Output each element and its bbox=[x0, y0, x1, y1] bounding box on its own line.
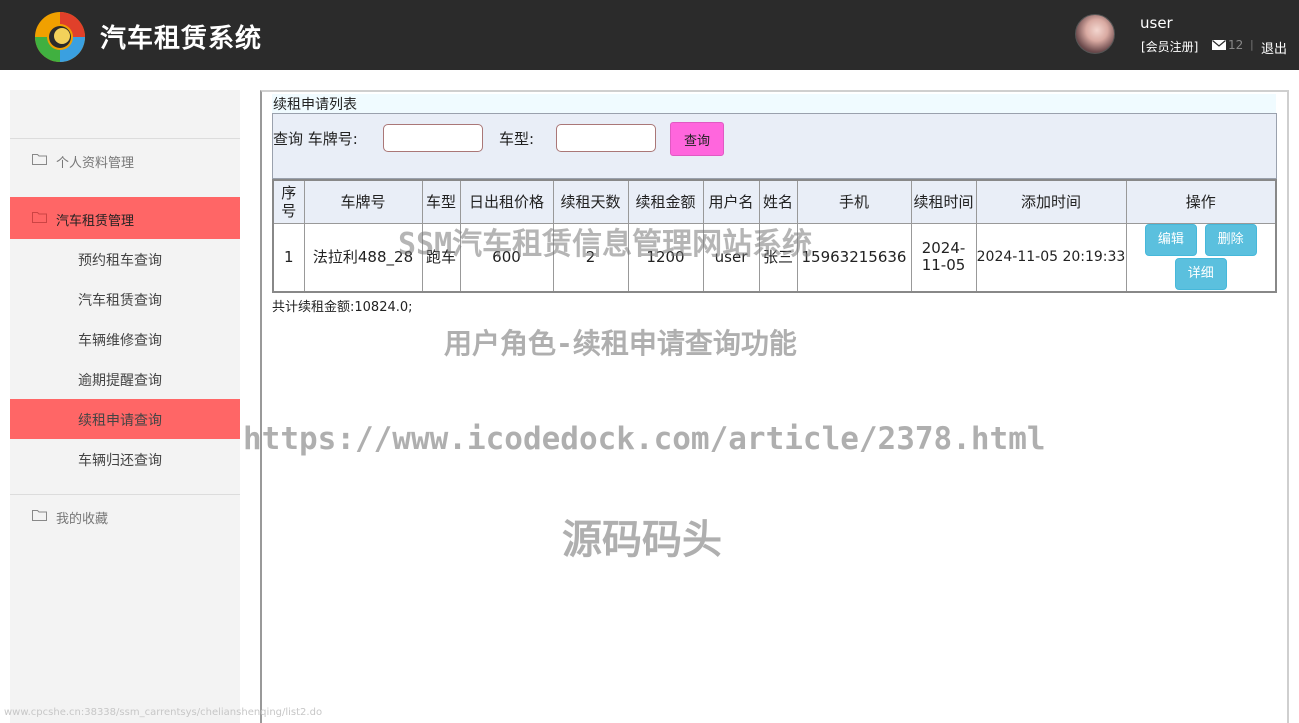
watermark-brand: 源码码头 bbox=[562, 517, 722, 563]
folder-icon bbox=[32, 510, 47, 521]
col-header-actions: 操作 bbox=[1125, 179, 1277, 224]
col-header-phone: 手机 bbox=[796, 179, 912, 224]
sidebar-group-car-rental[interactable]: 汽车租赁管理 bbox=[10, 197, 240, 239]
col-header-index: 序号 bbox=[272, 179, 305, 224]
top-header: 汽车租赁系统 user [会员注册] 12 | 退出 bbox=[0, 0, 1299, 70]
table-header-row: 序号 车牌号 车型 日出租价格 续租天数 续租金额 用户名 姓名 手机 续租时间… bbox=[272, 179, 1277, 224]
col-header-amount: 续租金额 bbox=[627, 179, 704, 224]
col-header-days: 续租天数 bbox=[552, 179, 629, 224]
type-search-label: 车型: bbox=[499, 130, 535, 148]
sidebar-item-overdue[interactable]: 逾期提醒查询 bbox=[10, 359, 240, 399]
folder-icon bbox=[32, 212, 47, 223]
header-separator: | bbox=[1250, 38, 1254, 51]
watermark-url: https://www.icodedock.com/article/2378.h… bbox=[243, 421, 1046, 457]
sidebar-group-label: 汽车租赁管理 bbox=[56, 214, 135, 229]
sidebar-item-rental[interactable]: 汽车租赁查询 bbox=[10, 279, 240, 319]
detail-button[interactable]: 详细 bbox=[1174, 258, 1227, 291]
sidebar-group-favorites[interactable]: 我的收藏 bbox=[10, 495, 240, 537]
total-amount: 共计续租金额:10824.0; bbox=[272, 300, 413, 315]
col-header-plate: 车牌号 bbox=[303, 179, 423, 224]
col-header-renew-time: 续租时间 bbox=[910, 179, 977, 224]
sidebar-item-label: 车辆归还查询 bbox=[78, 453, 162, 469]
logout-link[interactable]: 退出 bbox=[1261, 38, 1287, 57]
col-header-type: 车型 bbox=[421, 179, 461, 224]
sidebar-item-return[interactable]: 车辆归还查询 bbox=[10, 439, 240, 479]
search-button[interactable]: 查询 bbox=[670, 122, 724, 156]
sidebar-item-label: 车辆维修查询 bbox=[78, 333, 162, 349]
sidebar-group-label: 我的收藏 bbox=[56, 512, 109, 527]
col-header-username: 用户名 bbox=[702, 179, 760, 224]
plate-search-input[interactable] bbox=[383, 124, 483, 152]
col-header-add-time: 添加时间 bbox=[975, 179, 1127, 224]
sidebar-item-label: 预约租车查询 bbox=[78, 253, 162, 269]
folder-icon bbox=[32, 154, 47, 165]
page-title: 续租申请列表 bbox=[272, 94, 1276, 114]
status-url: www.cpcshe.cn:38338/ssm_carrentsys/cheli… bbox=[4, 707, 323, 718]
sidebar-item-reservation[interactable]: 预约租车查询 bbox=[10, 239, 240, 279]
sidebar-item-label: 逾期提醒查询 bbox=[78, 373, 162, 389]
user-avatar[interactable] bbox=[1075, 14, 1115, 54]
col-header-daily-price: 日出租价格 bbox=[459, 179, 554, 224]
sidebar: 个人资料管理 汽车租赁管理 预约租车查询 汽车租赁查询 车辆维修查询 逾期提醒查… bbox=[10, 90, 240, 723]
plate-search-label: 查询 车牌号: bbox=[273, 130, 358, 148]
register-link[interactable]: [会员注册] bbox=[1141, 38, 1198, 55]
delete-button[interactable]: 删除 bbox=[1204, 224, 1257, 257]
watermark-title: SSM汽车租赁信息管理网站系统 bbox=[398, 227, 813, 262]
watermark-subtitle: 用户角色-续租申请查询功能 bbox=[444, 327, 797, 360]
cell-index: 1 bbox=[272, 222, 305, 293]
mail-count-badge: 12 bbox=[1228, 38, 1244, 52]
cell-renew-time: 2024-11-05 bbox=[910, 222, 977, 293]
mail-icon[interactable] bbox=[1212, 40, 1226, 50]
sidebar-item-label: 续租申请查询 bbox=[78, 413, 162, 429]
type-search-input[interactable] bbox=[556, 124, 656, 152]
col-header-name: 姓名 bbox=[758, 179, 798, 224]
cell-add-time: 2024-11-05 20:19:33 bbox=[975, 222, 1127, 293]
edit-button[interactable]: 编辑 bbox=[1144, 224, 1197, 257]
cell-phone: 15963215636 bbox=[796, 222, 912, 293]
sidebar-group-profile[interactable]: 个人资料管理 bbox=[10, 139, 240, 181]
sidebar-item-repair[interactable]: 车辆维修查询 bbox=[10, 319, 240, 359]
sidebar-group-label: 个人资料管理 bbox=[56, 156, 135, 171]
sidebar-item-label: 汽车租赁查询 bbox=[78, 293, 162, 309]
username-label: user bbox=[1140, 14, 1173, 32]
cell-actions: 编辑 删除 详细 bbox=[1125, 222, 1277, 293]
sidebar-item-renewal[interactable]: 续租申请查询 bbox=[10, 399, 240, 439]
app-title: 汽车租赁系统 bbox=[100, 24, 263, 54]
logo-icon bbox=[35, 12, 85, 62]
